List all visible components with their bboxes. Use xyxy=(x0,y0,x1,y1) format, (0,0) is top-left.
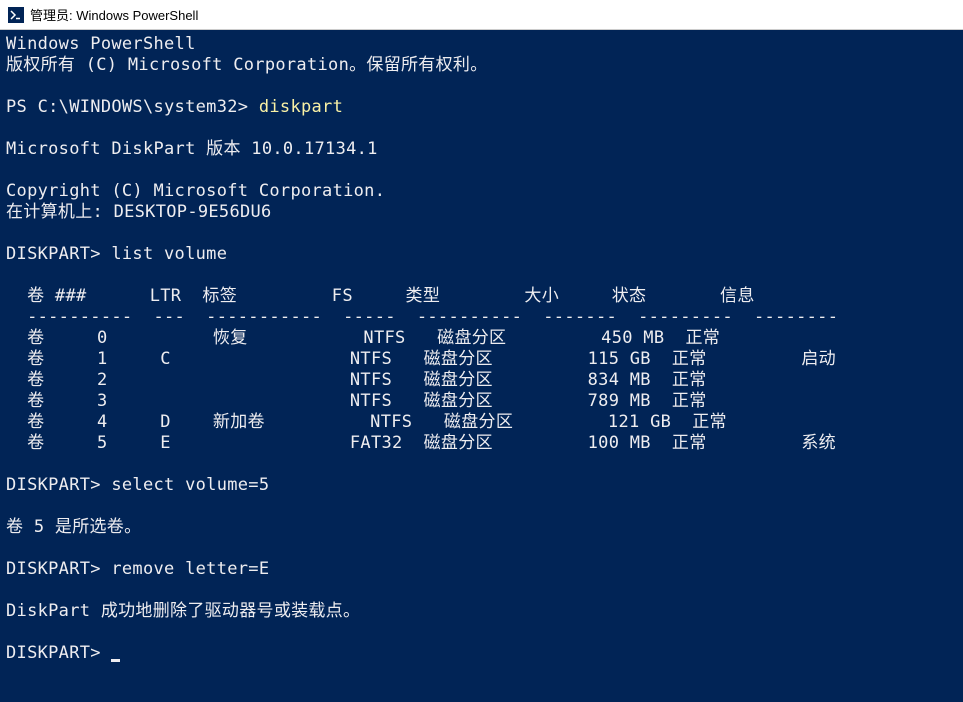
volume-row-0: 卷 0 恢复 NTFS 磁盘分区 450 MB 正常 xyxy=(6,328,720,348)
volume-row-3: 卷 3 NTFS 磁盘分区 789 MB 正常 xyxy=(6,391,707,411)
diskpart-computer: 在计算机上: DESKTOP-9E56DU6 xyxy=(6,202,272,222)
volume-row-2: 卷 2 NTFS 磁盘分区 834 MB 正常 xyxy=(6,370,707,390)
diskpart-prompt-selectvolume: DISKPART> select volume=5 xyxy=(6,475,269,495)
ps-header-line2: 版权所有 (C) Microsoft Corporation。保留所有权利。 xyxy=(6,55,488,75)
diskpart-prompt-current: DISKPART> xyxy=(6,643,111,663)
cursor xyxy=(111,659,120,662)
volume-row-1: 卷 1 C NTFS 磁盘分区 115 GB 正常 启动 xyxy=(6,349,836,369)
ps-header-line1: Windows PowerShell xyxy=(6,34,196,54)
ps-prompt: PS C:\WINDOWS\system32> xyxy=(6,97,259,117)
titlebar-title: 管理员: Windows PowerShell xyxy=(30,5,198,24)
command-diskpart: diskpart xyxy=(259,97,343,117)
titlebar[interactable]: 管理员: Windows PowerShell xyxy=(0,0,963,30)
volume-table-separator: ---------- --- ----------- ----- -------… xyxy=(6,307,838,327)
diskpart-prompt-removeletter: DISKPART> remove letter=E xyxy=(6,559,269,579)
terminal-content[interactable]: Windows PowerShell 版权所有 (C) Microsoft Co… xyxy=(0,30,963,702)
remove-result: DiskPart 成功地删除了驱动器号或装载点。 xyxy=(6,601,360,621)
diskpart-version: Microsoft DiskPart 版本 10.0.17134.1 xyxy=(6,139,378,159)
volume-row-4: 卷 4 D 新加卷 NTFS 磁盘分区 121 GB 正常 xyxy=(6,412,727,432)
select-result: 卷 5 是所选卷。 xyxy=(6,517,141,537)
diskpart-copyright: Copyright (C) Microsoft Corporation. xyxy=(6,181,385,201)
volume-table-header: 卷 ### LTR 标签 FS 类型 大小 状态 信息 xyxy=(6,286,755,306)
volume-row-5: 卷 5 E FAT32 磁盘分区 100 MB 正常 系统 xyxy=(6,433,836,453)
powershell-icon xyxy=(8,7,24,23)
diskpart-prompt-listvolume: DISKPART> list volume xyxy=(6,244,227,264)
